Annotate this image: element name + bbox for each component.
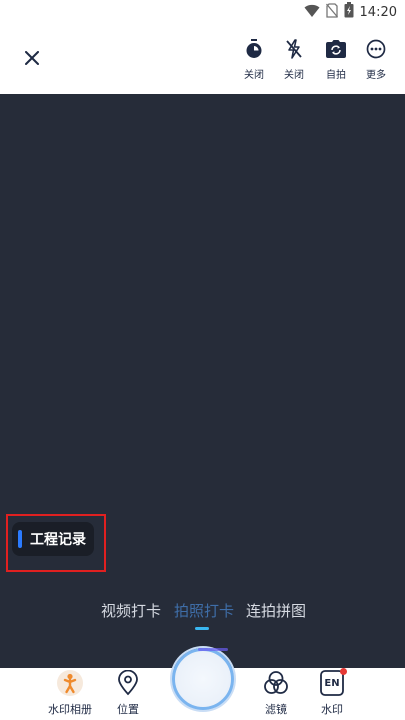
close-button[interactable]	[20, 46, 44, 70]
watermark-notification-dot	[340, 668, 347, 675]
location-pin-icon	[114, 669, 142, 697]
wifi-icon	[304, 3, 320, 22]
mode-indicator	[195, 627, 209, 630]
status-icons: 14:20	[304, 2, 397, 22]
watermark-title: 工程记录	[30, 532, 86, 548]
timer-icon	[243, 38, 265, 60]
location-button[interactable]: 位置	[98, 668, 158, 720]
more-button[interactable]: 更多	[356, 38, 396, 88]
flash-off-icon	[283, 38, 305, 60]
flash-label: 关闭	[284, 70, 304, 81]
timer-button[interactable]: 关闭	[234, 38, 274, 88]
more-icon	[365, 38, 387, 60]
status-bar: 14:20	[0, 0, 405, 24]
camera-toolbar: 关闭 关闭 自拍 更多	[0, 24, 405, 94]
tab-video-checkin[interactable]: 视频打卡	[101, 600, 161, 621]
filter-icon	[262, 669, 290, 697]
status-time: 14:20	[359, 4, 397, 20]
watermark-album-icon	[56, 669, 84, 697]
camera-viewport[interactable]	[0, 94, 405, 668]
camera-switch-icon	[325, 38, 347, 60]
filter-label: 滤镜	[265, 703, 287, 716]
watermark-album-label: 水印相册	[48, 703, 92, 716]
filter-button[interactable]: 滤镜	[246, 668, 306, 720]
battery-charging-icon	[344, 2, 354, 22]
watermark-album-button[interactable]: 水印相册	[40, 668, 100, 720]
watermark-accent-bar	[18, 530, 22, 548]
shutter-button[interactable]	[172, 648, 234, 710]
selfie-button[interactable]: 自拍	[316, 38, 356, 88]
watermark-card[interactable]: 工程记录	[12, 522, 94, 556]
location-label: 位置	[117, 703, 139, 716]
tab-burst-collage[interactable]: 连拍拼图	[246, 600, 306, 621]
capture-mode-tabs: 视频打卡 拍照打卡 连拍拼图	[0, 600, 405, 624]
no-sim-icon	[325, 2, 338, 22]
watermark-label: 水印	[321, 703, 343, 716]
watermark-button[interactable]: EN 水印	[302, 668, 362, 720]
selfie-label: 自拍	[326, 70, 346, 81]
close-icon	[25, 51, 39, 65]
flash-button[interactable]: 关闭	[274, 38, 314, 88]
timer-label: 关闭	[244, 70, 264, 81]
tab-photo-checkin[interactable]: 拍照打卡	[174, 600, 234, 621]
more-label: 更多	[366, 70, 386, 81]
